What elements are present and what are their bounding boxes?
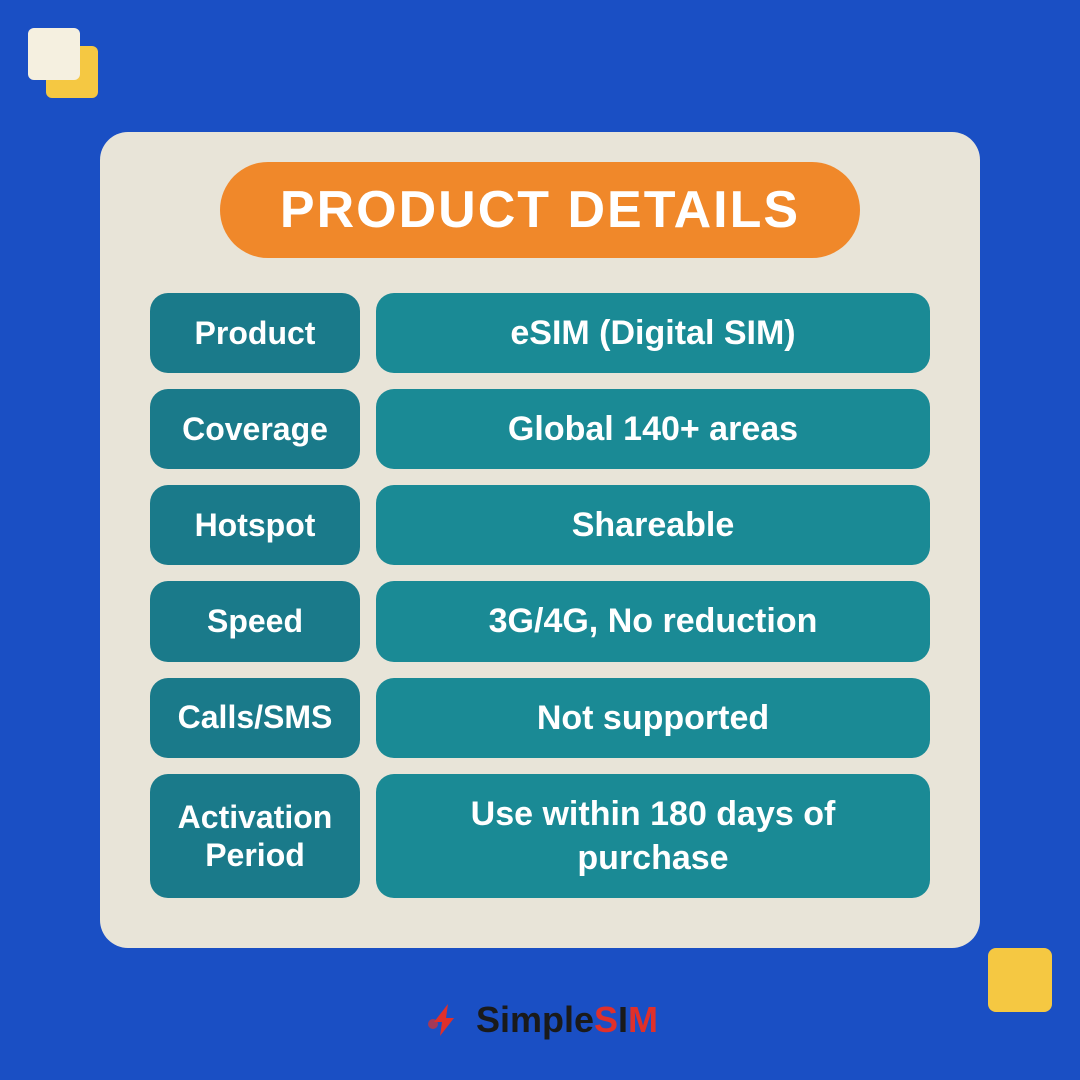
brand-icon	[422, 998, 466, 1042]
label-calls-sms: Calls/SMS	[150, 678, 360, 758]
label-product: Product	[150, 293, 360, 373]
label-hotspot: Hotspot	[150, 485, 360, 565]
details-table: Product eSIM (Digital SIM) Coverage Glob…	[150, 293, 930, 898]
value-hotspot: Shareable	[376, 485, 930, 565]
label-speed: Speed	[150, 581, 360, 661]
table-row: Coverage Global 140+ areas	[150, 389, 930, 469]
title-badge: PRODUCT DETAILS	[220, 162, 860, 258]
value-speed: 3G/4G, No reduction	[376, 581, 930, 661]
value-calls-sms: Not supported	[376, 678, 930, 758]
value-product: eSIM (Digital SIM)	[376, 293, 930, 373]
table-row: Product eSIM (Digital SIM)	[150, 293, 930, 373]
table-row: Activation Period Use within 180 days of…	[150, 774, 930, 898]
brand-container: SimpleSIM	[422, 998, 658, 1042]
top-left-decoration	[28, 28, 100, 100]
table-row: Speed 3G/4G, No reduction	[150, 581, 930, 661]
product-details-card: PRODUCT DETAILS Product eSIM (Digital SI…	[100, 132, 980, 948]
value-activation-period: Use within 180 days of purchase	[376, 774, 930, 898]
label-activation-period: Activation Period	[150, 774, 360, 898]
footer: SimpleSIM	[0, 998, 1080, 1042]
value-coverage: Global 140+ areas	[376, 389, 930, 469]
table-row: Calls/SMS Not supported	[150, 678, 930, 758]
page-title: PRODUCT DETAILS	[280, 180, 800, 240]
table-row: Hotspot Shareable	[150, 485, 930, 565]
label-coverage: Coverage	[150, 389, 360, 469]
tl-front-square	[28, 28, 80, 80]
brand-name: SimpleSIM	[476, 999, 658, 1041]
